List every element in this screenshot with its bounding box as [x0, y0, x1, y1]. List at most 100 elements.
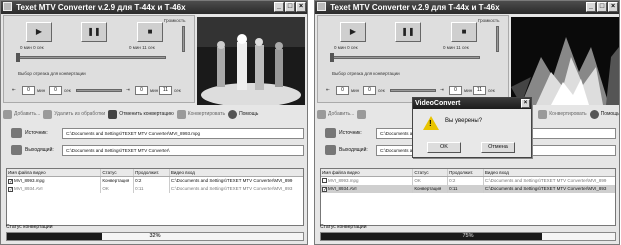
header-name[interactable]: Имя файла видео — [7, 169, 102, 176]
from-min-field[interactable]: 0 — [22, 86, 35, 95]
from-sec-field[interactable]: 0 — [49, 86, 62, 95]
from-sec-field[interactable]: 0 — [363, 86, 376, 95]
row-checkbox[interactable]: ✓ — [8, 179, 13, 185]
cancel-conversion-button[interactable]: Отменить конвертацию — [108, 109, 174, 119]
minimize-button[interactable]: _ — [274, 2, 284, 12]
min-unit: мин — [37, 88, 46, 93]
seek-slider[interactable] — [16, 56, 166, 59]
from-min-field[interactable]: 0 — [336, 86, 349, 95]
volume-slider[interactable] — [496, 26, 499, 52]
close-button[interactable]: × — [296, 2, 306, 12]
add-button[interactable]: Добавить... — [3, 109, 40, 119]
minimize-button[interactable]: _ — [586, 2, 596, 12]
play-button[interactable]: ▶ — [26, 22, 52, 42]
output-label: Выходящий: — [339, 147, 368, 153]
maximize-button[interactable]: □ — [285, 2, 295, 12]
video-preview — [511, 17, 619, 105]
pause-button[interactable]: ❚❚ — [395, 22, 421, 42]
sec-unit: сек — [174, 88, 181, 93]
remove-button[interactable] — [357, 109, 417, 119]
video-preview — [197, 17, 305, 105]
source-path-field[interactable]: C:\Documents and Settings\TEXET MTV Conv… — [62, 127, 304, 139]
range-slider[interactable] — [390, 89, 436, 92]
remove-button[interactable]: Удалить из обработки — [43, 109, 105, 119]
volume-label: Громкость — [164, 18, 186, 23]
header-status[interactable]: Статус — [413, 169, 449, 176]
cancel-button[interactable]: Отмена — [481, 142, 515, 153]
app-icon — [317, 2, 326, 11]
dialog-close-button[interactable]: × — [521, 99, 530, 108]
to-min-field[interactable]: 0 — [135, 86, 148, 95]
converter-window-right: Texet MTV Converter v.2.9 для Т-44х и Т-… — [314, 0, 620, 245]
warning-icon: ! — [423, 116, 439, 130]
to-sec-field[interactable]: 11 — [159, 86, 172, 95]
help-icon — [589, 109, 599, 119]
range-slider[interactable] — [76, 89, 122, 92]
stop-icon: ■ — [147, 27, 153, 36]
row-checkbox[interactable]: ✓ — [322, 187, 327, 193]
play-icon: ▶ — [349, 27, 357, 36]
header-input[interactable]: Видео вход — [170, 169, 303, 176]
to-min-field[interactable]: 0 — [449, 86, 462, 95]
seek-thumb[interactable] — [330, 53, 334, 62]
video-frame-image — [197, 17, 305, 105]
pause-icon: ❚❚ — [401, 27, 415, 36]
dialog-message: Вы уверены? — [445, 118, 483, 124]
help-icon — [228, 109, 238, 119]
add-icon — [317, 109, 326, 119]
close-button[interactable]: × — [608, 2, 618, 12]
sec-unit: сек — [64, 88, 71, 93]
convert-button[interactable]: Конвертировать — [176, 109, 225, 119]
confirm-dialog: VideoConvert × ! Вы уверены? OK Отмена — [412, 97, 532, 158]
help-button[interactable]: Помощь — [228, 109, 258, 119]
row-checkbox[interactable] — [322, 178, 327, 183]
header-status[interactable]: Статус — [101, 169, 135, 176]
output-path-field[interactable]: C:\Documents and Settings\TEXET MTV Conv… — [62, 144, 304, 156]
header-input[interactable]: Видео вход — [484, 169, 615, 176]
sec-unit: сек — [488, 88, 495, 93]
header-duration[interactable]: Продолжит. — [448, 169, 484, 176]
table-row[interactable]: MVI_8993.mpg OK 0:2 C:\Documents and Set… — [321, 177, 615, 185]
maximize-button[interactable]: □ — [597, 2, 607, 12]
stop-button[interactable]: ■ — [137, 22, 163, 42]
time-end: 0 мин 11 сек — [129, 45, 155, 50]
remove-icon — [43, 109, 53, 119]
table-empty-area — [321, 193, 615, 225]
volume-slider[interactable] — [182, 26, 185, 52]
header-duration[interactable]: Продолжит. — [134, 169, 170, 176]
pause-icon: ❚❚ — [87, 27, 101, 36]
converter-window-left: Texet MTV Converter v.2.9 для Т-44х и Т-… — [0, 0, 308, 245]
to-sec-field[interactable]: 11 — [473, 86, 486, 95]
range-label: Выбор отрезка для конвертации — [18, 71, 86, 76]
table-empty-area — [7, 193, 303, 225]
stop-button[interactable]: ■ — [451, 22, 477, 42]
video-frame-image — [511, 17, 619, 105]
add-button[interactable]: Добавить... — [317, 109, 354, 119]
output-label: Выходящий: — [25, 147, 54, 153]
table-row[interactable]: ✓MVI_8993.mpg Конвертация 0:2 C:\Documen… — [7, 177, 303, 185]
table-row[interactable]: ✓MVI_8934.AVI Конвертация 0:11 C:\Docume… — [321, 185, 615, 193]
pause-button[interactable]: ❚❚ — [81, 22, 107, 42]
range-end-icon: ⇥ — [440, 87, 444, 92]
seek-thumb[interactable] — [16, 53, 20, 62]
play-button[interactable]: ▶ — [340, 22, 366, 42]
ok-button[interactable]: OK — [427, 142, 461, 153]
row-checkbox[interactable]: ✓ — [8, 187, 13, 193]
range-start-icon: ⇤ — [12, 87, 16, 92]
help-button[interactable]: Помощь — [589, 109, 619, 119]
convert-icon — [538, 109, 548, 119]
app-icon — [3, 2, 12, 11]
volume-label: Громкость — [478, 18, 500, 23]
title-bar[interactable]: Texet MTV Converter v.2.9 для Т-44х и Т-… — [315, 1, 619, 14]
file-table: Имя файла видео Статус Продолжит. Видео … — [6, 168, 304, 226]
time-start: 0 мин 0 сек — [334, 45, 358, 50]
header-name[interactable]: Имя файла видео — [321, 169, 414, 176]
dialog-title-bar[interactable]: VideoConvert × — [413, 98, 531, 109]
output-row: Выходящий: C:\Documents and Settings\TEX… — [11, 144, 304, 156]
file-table: Имя файла видео Статус Продолжит. Видео … — [320, 168, 616, 226]
convert-button[interactable]: Конвертировать — [538, 109, 587, 119]
sec-unit: сек — [378, 88, 385, 93]
table-row[interactable]: ✓MVI_8934.AVI OK 0:11 C:\Documents and S… — [7, 185, 303, 193]
seek-slider[interactable] — [330, 56, 480, 59]
title-bar[interactable]: Texet MTV Converter v.2.9 для Т-44х и Т-… — [1, 1, 307, 14]
